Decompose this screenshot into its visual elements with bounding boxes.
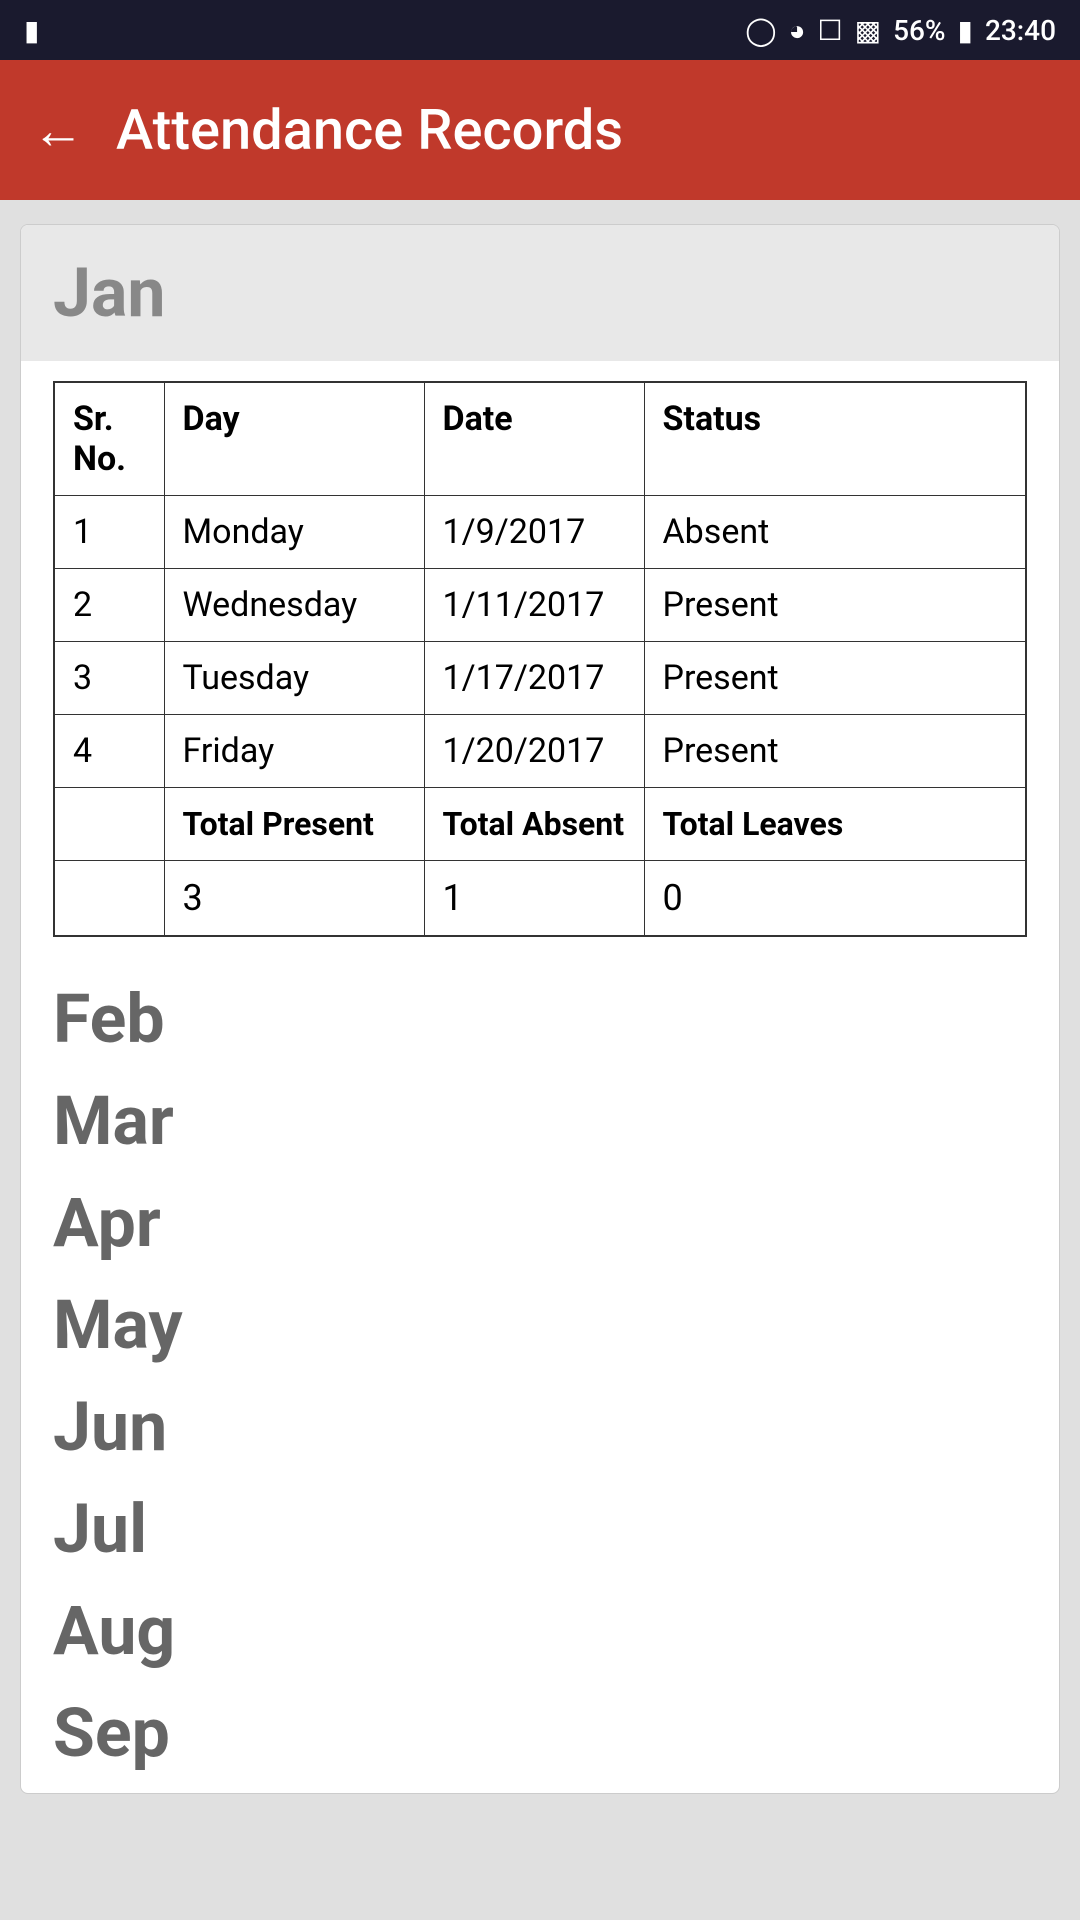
month-item-aug[interactable]: Aug <box>53 1573 1027 1675</box>
jan-month-title: Jan <box>53 253 166 333</box>
attendance-card: Jan Sr. No. Day Date Status 1 Monday <box>20 224 1060 1794</box>
cell-status-4: Present <box>644 715 1026 788</box>
table-row: 1 Monday 1/9/2017 Absent <box>54 496 1026 569</box>
jan-month-header[interactable]: Jan <box>21 225 1059 361</box>
header-sr: Sr. No. <box>54 382 164 496</box>
cell-day-3: Tuesday <box>164 642 424 715</box>
cell-sr-1: 1 <box>54 496 164 569</box>
cell-status-3: Present <box>644 642 1026 715</box>
battery-percent: 56% <box>893 14 945 47</box>
cell-date-2: 1/11/2017 <box>424 569 644 642</box>
month-item-mar[interactable]: Mar <box>53 1063 1027 1165</box>
cell-sr-4: 4 <box>54 715 164 788</box>
bluetooth-icon: ◯ <box>745 14 776 47</box>
attendance-table: Sr. No. Day Date Status 1 Monday 1/9/201… <box>53 381 1027 937</box>
summary-leaves-label: Total Leaves <box>644 788 1026 861</box>
header-status: Status <box>644 382 1026 496</box>
summary-present-label: Total Present <box>164 788 424 861</box>
signal-icon: ▩ <box>855 14 881 47</box>
summary-label-row: Total Present Total Absent Total Leaves <box>54 788 1026 861</box>
cell-sr-3: 3 <box>54 642 164 715</box>
month-item-jul[interactable]: Jul <box>53 1471 1027 1573</box>
sim-icon: ☐ <box>818 14 843 47</box>
table-header-row: Sr. No. Day Date Status <box>54 382 1026 496</box>
summary-absent-label: Total Absent <box>424 788 644 861</box>
jan-table-wrapper: Sr. No. Day Date Status 1 Monday 1/9/201… <box>21 361 1059 961</box>
table-row: 2 Wednesday 1/11/2017 Present <box>54 569 1026 642</box>
status-bar: ▮ ◯ ◕ ☐ ▩ 56% ▮ 23:40 <box>0 0 1080 60</box>
table-row: 4 Friday 1/20/2017 Present <box>54 715 1026 788</box>
month-item-feb[interactable]: Feb <box>53 961 1027 1063</box>
app-icon: ▮ <box>24 14 39 47</box>
header-date: Date <box>424 382 644 496</box>
page-title: Attendance Records <box>116 97 623 163</box>
summary-sr-empty <box>54 788 164 861</box>
summary-val-empty <box>54 861 164 937</box>
cell-day-1: Monday <box>164 496 424 569</box>
month-item-apr[interactable]: Apr <box>53 1165 1027 1267</box>
month-list: Feb Mar Apr May Jun Jul Aug Sep <box>21 961 1059 1793</box>
table-row: 3 Tuesday 1/17/2017 Present <box>54 642 1026 715</box>
cell-date-3: 1/17/2017 <box>424 642 644 715</box>
cell-status-2: Present <box>644 569 1026 642</box>
month-item-sep[interactable]: Sep <box>53 1675 1027 1777</box>
cell-sr-2: 2 <box>54 569 164 642</box>
summary-present-value: 3 <box>164 861 424 937</box>
cell-status-1: Absent <box>644 496 1026 569</box>
cell-day-2: Wednesday <box>164 569 424 642</box>
clock: 23:40 <box>985 14 1056 47</box>
cell-date-1: 1/9/2017 <box>424 496 644 569</box>
summary-absent-value: 1 <box>424 861 644 937</box>
main-content: Jan Sr. No. Day Date Status 1 Monday <box>0 200 1080 1818</box>
month-item-jun[interactable]: Jun <box>53 1369 1027 1471</box>
header-day: Day <box>164 382 424 496</box>
wifi-icon: ◕ <box>789 14 806 47</box>
cell-day-4: Friday <box>164 715 424 788</box>
summary-leaves-value: 0 <box>644 861 1026 937</box>
battery-icon: ▮ <box>958 14 973 47</box>
month-item-may[interactable]: May <box>53 1267 1027 1369</box>
cell-date-4: 1/20/2017 <box>424 715 644 788</box>
app-bar: ← Attendance Records <box>0 60 1080 200</box>
summary-value-row: 3 1 0 <box>54 861 1026 937</box>
back-button[interactable]: ← <box>32 100 84 161</box>
